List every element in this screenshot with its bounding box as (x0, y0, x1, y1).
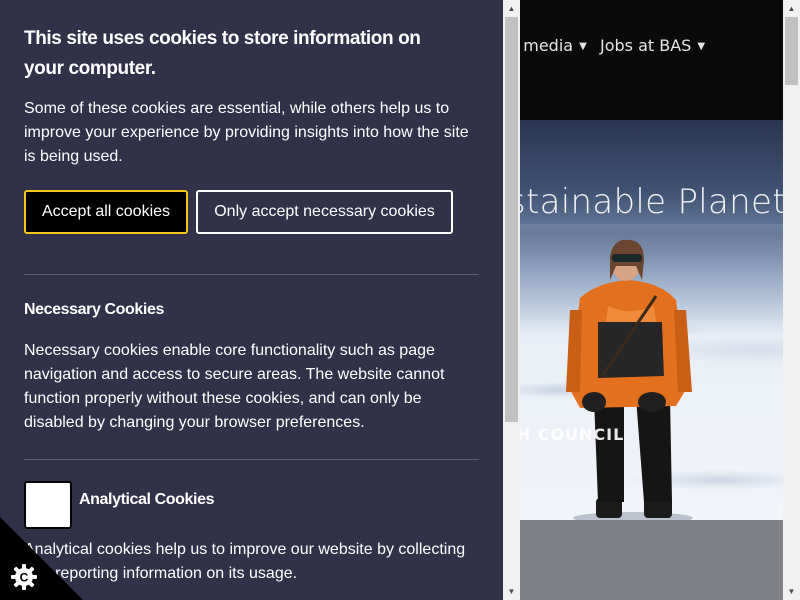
scroll-up-arrow-icon[interactable]: ▲ (503, 0, 520, 17)
scroll-up-arrow-icon[interactable]: ▲ (783, 0, 800, 17)
scrollbar-thumb[interactable] (505, 17, 518, 422)
scroll-down-arrow-icon[interactable]: ▼ (783, 583, 800, 600)
divider (24, 459, 479, 460)
cookie-panel-heading: This site uses cookies to store informat… (24, 28, 421, 79)
necessary-cookies-title: Necessary Cookies (24, 301, 164, 318)
scroll-down-arrow-icon[interactable]: ▼ (503, 583, 520, 600)
necessary-cookies-text: Necessary cookies enable core functional… (24, 342, 445, 431)
scrollbar-thumb[interactable] (785, 17, 798, 85)
accept-all-cookies-button[interactable]: Accept all cookies (24, 190, 188, 234)
analytical-cookies-text: Analytical cookies help us to improve ou… (24, 541, 466, 582)
caret-down-icon: ▼ (697, 41, 706, 52)
hero-title: stainable Planet (508, 182, 783, 222)
nav-item-jobs[interactable]: Jobs at BAS ▼ (600, 36, 705, 55)
page-scrollbar[interactable]: ▲ ▼ (783, 0, 800, 600)
svg-text:C: C (20, 571, 29, 585)
analytical-cookies-title: Analytical Cookies (79, 491, 215, 508)
hero-council-text: CH COUNCIL (504, 425, 625, 444)
divider (24, 274, 479, 275)
analytical-cookies-checkbox[interactable] (24, 481, 72, 529)
cookie-panel-scrollbar[interactable]: ▲ ▼ (503, 0, 520, 600)
cookie-gear-icon: C (11, 564, 37, 590)
caret-down-icon: ▼ (579, 41, 587, 52)
cookie-consent-panel: This site uses cookies to store informat… (0, 0, 503, 600)
accept-necessary-cookies-button[interactable]: Only accept necessary cookies (196, 190, 453, 234)
nav-item-label: Jobs at BAS (600, 36, 692, 55)
hero-person-image (566, 239, 693, 520)
cookie-panel-intro: Some of these cookies are essential, whi… (24, 100, 469, 165)
